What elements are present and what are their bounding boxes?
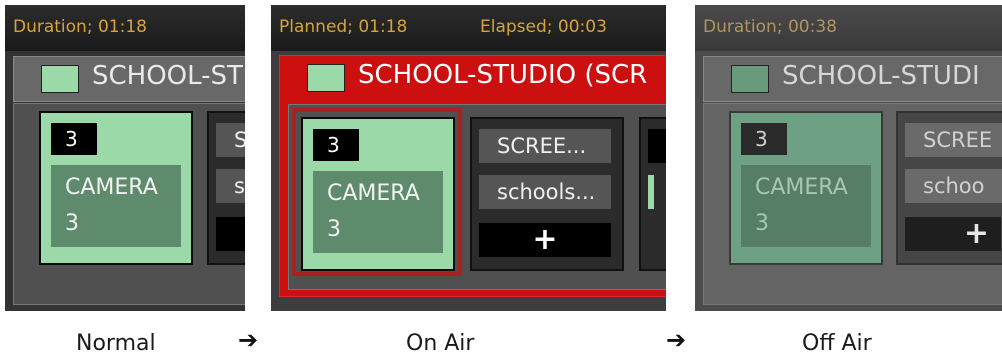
group-color-swatch [307, 64, 345, 92]
group-header[interactable]: SCHOOL-STUDI [703, 56, 1002, 102]
group-title: SCHOOL-STUDIO (SCR [358, 60, 648, 90]
screen-pill[interactable]: SCREE [905, 123, 1002, 157]
source-pill[interactable]: s [216, 169, 245, 203]
camera-number: 3 [51, 123, 97, 155]
source-pill[interactable]: schools... [479, 175, 611, 209]
panel-body: SCHOOL-STUDI 3 CAMERA 3 SCREE schoo + [695, 51, 1002, 311]
group-color-swatch [731, 65, 769, 93]
screen-card[interactable]: SCREE... schools... + [470, 117, 624, 271]
screen-pill[interactable]: SCREE... [479, 129, 611, 163]
source-pill[interactable]: schoo [905, 169, 1002, 203]
camera-label-line1: CAMERA [65, 175, 158, 200]
group-header[interactable]: SCHOOL-ST [13, 56, 245, 102]
panel-normal: Duration; 01:18 SCHOOL-ST 3 CAMERA 3 S s [5, 5, 245, 311]
add-button[interactable]: + [479, 223, 611, 257]
next-card-edge [648, 175, 654, 209]
screen-card[interactable]: SCREE schoo + [896, 111, 1002, 265]
camera-card[interactable]: 3 CAMERA 3 [39, 111, 193, 265]
camera-label-line2: 3 [65, 211, 79, 236]
group-color-swatch [41, 65, 79, 93]
panel-off-air: Duration; 00:38 SCHOOL-STUDI 3 CAMERA 3 … [695, 5, 1002, 311]
arrow-right-icon: ➔ [666, 326, 687, 354]
elapsed-label: Elapsed; 00:03 [480, 17, 607, 37]
arrow-right-icon: ➔ [238, 326, 259, 354]
planned-label: Planned; 01:18 [279, 17, 408, 37]
camera-label: CAMERA 3 [51, 165, 181, 247]
add-button[interactable]: + [905, 217, 1001, 251]
group-content: 3 CAMERA 3 SCREE... schools... + [288, 104, 666, 290]
panel-header: Planned; 01:18 Elapsed; 00:03 [271, 5, 666, 51]
group-title: SCHOOL-ST [92, 61, 243, 91]
camera-label-line1: CAMERA [327, 181, 420, 206]
camera-card[interactable]: 3 CAMERA 3 [301, 117, 455, 271]
next-card-pill [648, 129, 666, 163]
screen-pill[interactable]: S [216, 123, 245, 157]
caption-off-air: Off Air [802, 331, 872, 356]
camera-number: 3 [741, 123, 787, 155]
caption-on-air: On Air [406, 331, 475, 356]
camera-label-line2: 3 [327, 217, 341, 242]
camera-number: 3 [313, 129, 359, 161]
panel-header: Duration; 00:38 [695, 5, 1002, 51]
panel-header: Duration; 01:18 [5, 5, 245, 51]
camera-label: CAMERA 3 [741, 165, 871, 247]
group-content: 3 CAMERA 3 S s [13, 103, 245, 305]
add-button[interactable] [216, 217, 245, 251]
duration-label: Duration; 00:38 [703, 17, 837, 37]
group-on-air[interactable]: SCHOOL-STUDIO (SCR 3 CAMERA 3 SCREE... s… [279, 55, 666, 297]
camera-card[interactable]: 3 CAMERA 3 [729, 111, 883, 265]
camera-label: CAMERA 3 [313, 171, 443, 253]
camera-label-line1: CAMERA [755, 175, 848, 200]
group-title: SCHOOL-STUDI [782, 61, 980, 91]
panel-body: SCHOOL-STUDIO (SCR 3 CAMERA 3 SCREE... s… [271, 51, 666, 311]
caption-normal: Normal [76, 331, 156, 356]
screen-card[interactable]: S s [207, 111, 245, 265]
camera-label-line2: 3 [755, 211, 769, 236]
group-content: 3 CAMERA 3 SCREE schoo + [703, 103, 1002, 305]
next-card[interactable] [639, 117, 666, 271]
duration-label: Duration; 01:18 [13, 17, 147, 37]
panel-body: SCHOOL-ST 3 CAMERA 3 S s [5, 51, 245, 311]
panel-on-air: Planned; 01:18 Elapsed; 00:03 SCHOOL-STU… [271, 5, 666, 311]
